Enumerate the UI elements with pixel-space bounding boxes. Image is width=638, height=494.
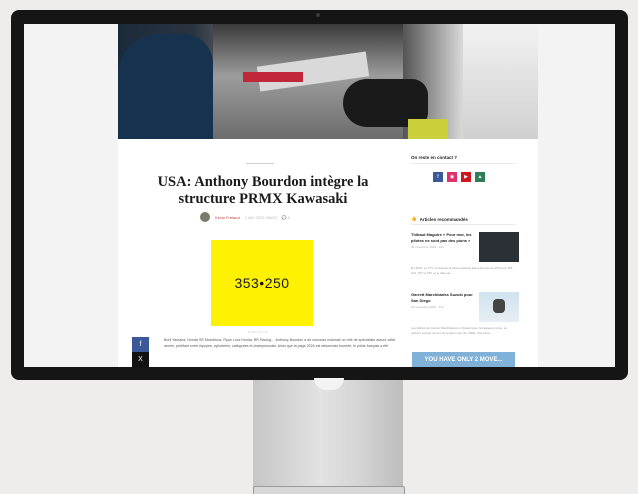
ad-label: PUBLICITÉ — [248, 330, 269, 334]
article-date: 1 déc 2023 06h00 — [244, 214, 277, 220]
rec-item-excerpt: En 2024, Le TTV se dévoile la trente équ… — [411, 266, 515, 275]
divider — [411, 163, 516, 164]
youtube-icon[interactable]: ▶ — [461, 172, 471, 182]
x-share-button[interactable]: X — [132, 352, 149, 367]
title-divider — [246, 163, 274, 164]
recommended-title: 👍 Articles recommandés — [411, 216, 468, 222]
list-item[interactable]: Thibaut Maguire « Pour moi, les pilotes … — [411, 232, 519, 276]
comment-count[interactable]: 💬 0 — [282, 215, 290, 220]
rec-item-excerpt: Les débuts de Garrett Marchbanks en Supe… — [411, 326, 507, 335]
instagram-icon[interactable]: ◉ — [447, 172, 457, 182]
facebook-icon[interactable]: f — [433, 172, 443, 182]
monitor-base — [253, 486, 405, 494]
rec-item-title[interactable]: Thibaut Maguire « Pour moi, les pilotes … — [411, 232, 473, 243]
camera-icon — [316, 13, 320, 17]
avatar — [200, 212, 210, 222]
facebook-share-button[interactable]: f — [132, 337, 149, 352]
contact-title: On reste en contact ? — [411, 155, 458, 160]
thumbs-up-icon: 👍 — [411, 216, 417, 221]
article-body: Boril Yamaha, Honda SR Motoblouz, Ryan L… — [164, 338, 396, 348]
monitor-stand — [253, 380, 403, 488]
divider — [411, 224, 516, 225]
article-page: USA: Anthony Bourdon intègre la structur… — [118, 24, 538, 367]
hero-image — [118, 24, 538, 139]
rec-item-thumbnail[interactable] — [479, 232, 519, 262]
social-links: f ◉ ▶ ▲ — [433, 172, 485, 182]
article-meta: Kévin Frelaud 1 déc 2023 06h00 💬 0 — [200, 212, 290, 222]
article-title: USA: Anthony Bourdon intègre la structur… — [157, 174, 369, 207]
ad-placeholder[interactable]: 353•250 — [211, 240, 313, 326]
rec-item-date: 30 novembre 2023 · 12h — [411, 245, 444, 249]
share-bar: f X — [132, 337, 149, 367]
rec-item-date: 29 novembre 2023 · 12h — [411, 305, 444, 309]
author-link[interactable]: Kévin Frelaud — [215, 215, 240, 220]
screen: USA: Anthony Bourdon intègre la structur… — [24, 24, 615, 367]
list-item[interactable]: Garrett Marchbanks Suzuki pour San Diego… — [411, 292, 519, 336]
monitor-frame: USA: Anthony Bourdon intègre la structur… — [11, 10, 628, 380]
strava-icon[interactable]: ▲ — [475, 172, 485, 182]
rec-item-title[interactable]: Garrett Marchbanks Suzuki pour San Diego — [411, 292, 473, 303]
promo-banner[interactable]: YOU HAVE ONLY 2 MOVE... — [412, 352, 515, 367]
rec-item-thumbnail[interactable] — [479, 292, 519, 322]
